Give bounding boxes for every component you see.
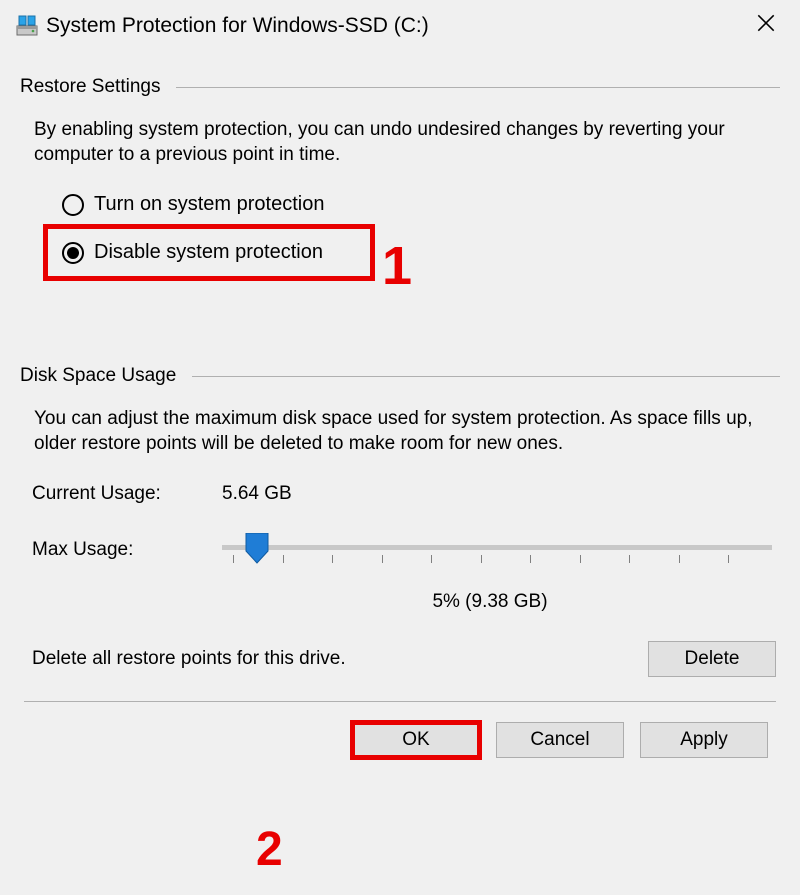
title-bar: System Protection for Windows-SSD (C:) xyxy=(0,0,800,46)
ok-button[interactable]: OK xyxy=(352,722,480,758)
delete-button[interactable]: Delete xyxy=(648,641,776,677)
current-usage-label: Current Usage: xyxy=(32,483,222,505)
system-protection-dialog: System Protection for Windows-SSD (C:) R… xyxy=(0,0,800,895)
slider-thumb-icon[interactable] xyxy=(244,533,270,565)
radio-turn-on[interactable]: Turn on system protection xyxy=(62,193,780,216)
disk-description: You can adjust the maximum disk space us… xyxy=(34,407,772,456)
close-icon[interactable] xyxy=(752,9,780,37)
slider-track xyxy=(222,545,772,550)
restore-settings-label: Restore Settings xyxy=(20,76,176,98)
annotation-number-2: 2 xyxy=(256,822,283,877)
drive-icon xyxy=(16,15,38,37)
max-usage-label: Max Usage: xyxy=(32,529,222,561)
divider xyxy=(192,376,780,377)
annotation-number-1: 1 xyxy=(382,235,412,297)
radio-turn-on-label: Turn on system protection xyxy=(94,193,324,216)
footer-buttons: OK Cancel Apply xyxy=(20,722,780,758)
disk-usage-header: Disk Space Usage xyxy=(20,365,780,387)
radio-icon-unchecked xyxy=(62,194,84,216)
max-usage-slider[interactable] xyxy=(222,529,772,573)
slider-ticks xyxy=(222,555,772,565)
divider xyxy=(176,87,780,88)
footer-divider xyxy=(24,701,776,702)
current-usage-row: Current Usage: 5.64 GB xyxy=(32,483,780,505)
restore-description: By enabling system protection, you can u… xyxy=(34,118,772,167)
restore-settings-header: Restore Settings xyxy=(20,76,780,98)
max-usage-row: Max Usage: xyxy=(32,529,780,573)
current-usage-value: 5.64 GB xyxy=(222,483,292,505)
disk-usage-label: Disk Space Usage xyxy=(20,365,192,387)
delete-description: Delete all restore points for this drive… xyxy=(32,648,346,670)
protection-radio-group: Turn on system protection Disable system… xyxy=(62,193,780,281)
delete-row: Delete all restore points for this drive… xyxy=(32,641,776,677)
radio-dot-icon xyxy=(67,247,79,259)
radio-disable[interactable]: Disable system protection xyxy=(43,224,375,281)
window-title: System Protection for Windows-SSD (C:) xyxy=(46,14,752,38)
radio-disable-label: Disable system protection xyxy=(94,241,323,264)
apply-button[interactable]: Apply xyxy=(640,722,768,758)
slider-caption: 5% (9.38 GB) xyxy=(200,591,780,613)
radio-icon-checked xyxy=(62,242,84,264)
cancel-button[interactable]: Cancel xyxy=(496,722,624,758)
content-area: Restore Settings By enabling system prot… xyxy=(0,46,800,758)
